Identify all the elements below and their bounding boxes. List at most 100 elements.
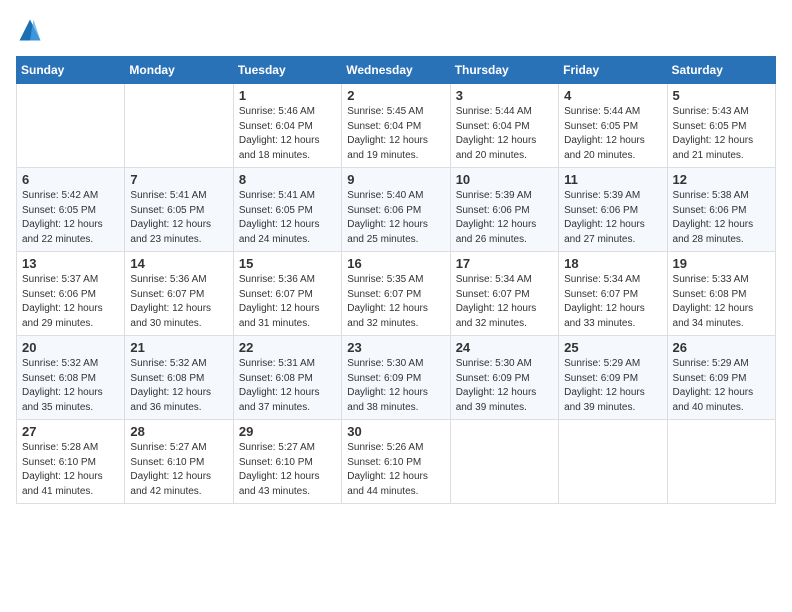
calendar-cell: 16 Sunrise: 5:35 AM Sunset: 6:07 PM Dayli…	[342, 252, 450, 336]
logo-icon	[16, 16, 44, 44]
calendar-day-header: Tuesday	[233, 57, 341, 84]
cell-content: Sunrise: 5:26 AM Sunset: 6:10 PM Dayligh…	[347, 441, 444, 499]
calendar-week-row: 20 Sunrise: 5:32 AM Sunset: 6:08 PM Dayli…	[17, 336, 776, 420]
day-number: 30	[347, 424, 444, 439]
cell-content: Sunrise: 5:41 AM Sunset: 6:05 PM Dayligh…	[239, 189, 336, 247]
calendar-cell: 22 Sunrise: 5:31 AM Sunset: 6:08 PM Dayli…	[233, 336, 341, 420]
calendar-day-header: Saturday	[667, 57, 775, 84]
calendar-cell: 10 Sunrise: 5:39 AM Sunset: 6:06 PM Dayli…	[450, 168, 558, 252]
calendar-cell: 3 Sunrise: 5:44 AM Sunset: 6:04 PM Daylig…	[450, 84, 558, 168]
calendar-cell: 28 Sunrise: 5:27 AM Sunset: 6:10 PM Dayli…	[125, 420, 233, 504]
cell-content: Sunrise: 5:27 AM Sunset: 6:10 PM Dayligh…	[130, 441, 227, 499]
day-number: 8	[239, 172, 336, 187]
calendar-cell: 8 Sunrise: 5:41 AM Sunset: 6:05 PM Daylig…	[233, 168, 341, 252]
day-number: 10	[456, 172, 553, 187]
cell-content: Sunrise: 5:29 AM Sunset: 6:09 PM Dayligh…	[564, 357, 661, 415]
day-number: 17	[456, 256, 553, 271]
calendar-cell: 11 Sunrise: 5:39 AM Sunset: 6:06 PM Dayli…	[559, 168, 667, 252]
calendar-day-header: Wednesday	[342, 57, 450, 84]
cell-content: Sunrise: 5:33 AM Sunset: 6:08 PM Dayligh…	[673, 273, 770, 331]
cell-content: Sunrise: 5:36 AM Sunset: 6:07 PM Dayligh…	[239, 273, 336, 331]
cell-content: Sunrise: 5:45 AM Sunset: 6:04 PM Dayligh…	[347, 105, 444, 163]
calendar-cell: 20 Sunrise: 5:32 AM Sunset: 6:08 PM Dayli…	[17, 336, 125, 420]
day-number: 18	[564, 256, 661, 271]
calendar-cell	[17, 84, 125, 168]
calendar-cell: 26 Sunrise: 5:29 AM Sunset: 6:09 PM Dayli…	[667, 336, 775, 420]
day-number: 21	[130, 340, 227, 355]
day-number: 20	[22, 340, 119, 355]
cell-content: Sunrise: 5:29 AM Sunset: 6:09 PM Dayligh…	[673, 357, 770, 415]
calendar-cell: 9Sunrise: 5:40 AM Sunset: 6:06 PM Daylig…	[342, 168, 450, 252]
day-number: 3	[456, 88, 553, 103]
logo	[16, 16, 48, 44]
calendar-cell: 12 Sunrise: 5:38 AM Sunset: 6:06 PM Dayli…	[667, 168, 775, 252]
cell-content: Sunrise: 5:27 AM Sunset: 6:10 PM Dayligh…	[239, 441, 336, 499]
calendar-cell: 13 Sunrise: 5:37 AM Sunset: 6:06 PM Dayli…	[17, 252, 125, 336]
page-header	[16, 16, 776, 44]
day-number: 16	[347, 256, 444, 271]
day-number: 19	[673, 256, 770, 271]
cell-content: Sunrise: 5:38 AM Sunset: 6:06 PM Dayligh…	[673, 189, 770, 247]
day-number: 28	[130, 424, 227, 439]
cell-content: Sunrise: 5:43 AM Sunset: 6:05 PM Dayligh…	[673, 105, 770, 163]
day-number: 15	[239, 256, 336, 271]
cell-content: Sunrise: 5:32 AM Sunset: 6:08 PM Dayligh…	[22, 357, 119, 415]
calendar-day-header: Thursday	[450, 57, 558, 84]
calendar-cell: 23Sunrise: 5:30 AM Sunset: 6:09 PM Dayli…	[342, 336, 450, 420]
day-number: 2	[347, 88, 444, 103]
cell-content: Sunrise: 5:32 AM Sunset: 6:08 PM Dayligh…	[130, 357, 227, 415]
cell-content: Sunrise: 5:39 AM Sunset: 6:06 PM Dayligh…	[564, 189, 661, 247]
calendar-day-header: Monday	[125, 57, 233, 84]
calendar-week-row: 13 Sunrise: 5:37 AM Sunset: 6:06 PM Dayli…	[17, 252, 776, 336]
cell-content: Sunrise: 5:37 AM Sunset: 6:06 PM Dayligh…	[22, 273, 119, 331]
calendar-week-row: 6Sunrise: 5:42 AM Sunset: 6:05 PM Daylig…	[17, 168, 776, 252]
calendar-cell: 6Sunrise: 5:42 AM Sunset: 6:05 PM Daylig…	[17, 168, 125, 252]
calendar-week-row: 1Sunrise: 5:46 AM Sunset: 6:04 PM Daylig…	[17, 84, 776, 168]
calendar-cell	[125, 84, 233, 168]
day-number: 27	[22, 424, 119, 439]
calendar-cell: 18 Sunrise: 5:34 AM Sunset: 6:07 PM Dayli…	[559, 252, 667, 336]
calendar-cell: 24Sunrise: 5:30 AM Sunset: 6:09 PM Dayli…	[450, 336, 558, 420]
calendar-cell: 29 Sunrise: 5:27 AM Sunset: 6:10 PM Dayli…	[233, 420, 341, 504]
calendar-header-row: SundayMondayTuesdayWednesdayThursdayFrid…	[17, 57, 776, 84]
cell-content: Sunrise: 5:31 AM Sunset: 6:08 PM Dayligh…	[239, 357, 336, 415]
day-number: 5	[673, 88, 770, 103]
calendar-cell: 21 Sunrise: 5:32 AM Sunset: 6:08 PM Dayli…	[125, 336, 233, 420]
day-number: 24	[456, 340, 553, 355]
calendar-cell: 4Sunrise: 5:44 AM Sunset: 6:05 PM Daylig…	[559, 84, 667, 168]
calendar-cell: 30 Sunrise: 5:26 AM Sunset: 6:10 PM Dayli…	[342, 420, 450, 504]
calendar-cell: 19 Sunrise: 5:33 AM Sunset: 6:08 PM Dayli…	[667, 252, 775, 336]
calendar-cell: 5 Sunrise: 5:43 AM Sunset: 6:05 PM Daylig…	[667, 84, 775, 168]
calendar-cell: 15 Sunrise: 5:36 AM Sunset: 6:07 PM Dayli…	[233, 252, 341, 336]
calendar-day-header: Friday	[559, 57, 667, 84]
day-number: 22	[239, 340, 336, 355]
calendar-cell	[667, 420, 775, 504]
calendar-table: SundayMondayTuesdayWednesdayThursdayFrid…	[16, 56, 776, 504]
day-number: 14	[130, 256, 227, 271]
cell-content: Sunrise: 5:44 AM Sunset: 6:04 PM Dayligh…	[456, 105, 553, 163]
cell-content: Sunrise: 5:28 AM Sunset: 6:10 PM Dayligh…	[22, 441, 119, 499]
cell-content: Sunrise: 5:35 AM Sunset: 6:07 PM Dayligh…	[347, 273, 444, 331]
calendar-day-header: Sunday	[17, 57, 125, 84]
day-number: 9	[347, 172, 444, 187]
day-number: 25	[564, 340, 661, 355]
day-number: 4	[564, 88, 661, 103]
calendar-cell: 7Sunrise: 5:41 AM Sunset: 6:05 PM Daylig…	[125, 168, 233, 252]
day-number: 26	[673, 340, 770, 355]
day-number: 29	[239, 424, 336, 439]
cell-content: Sunrise: 5:34 AM Sunset: 6:07 PM Dayligh…	[456, 273, 553, 331]
day-number: 13	[22, 256, 119, 271]
day-number: 12	[673, 172, 770, 187]
calendar-cell: 1Sunrise: 5:46 AM Sunset: 6:04 PM Daylig…	[233, 84, 341, 168]
calendar-cell: 27 Sunrise: 5:28 AM Sunset: 6:10 PM Dayli…	[17, 420, 125, 504]
calendar-cell: 17 Sunrise: 5:34 AM Sunset: 6:07 PM Dayli…	[450, 252, 558, 336]
day-number: 6	[22, 172, 119, 187]
calendar-cell	[559, 420, 667, 504]
calendar-cell	[450, 420, 558, 504]
cell-content: Sunrise: 5:30 AM Sunset: 6:09 PM Dayligh…	[347, 357, 444, 415]
calendar-cell: 25 Sunrise: 5:29 AM Sunset: 6:09 PM Dayli…	[559, 336, 667, 420]
cell-content: Sunrise: 5:34 AM Sunset: 6:07 PM Dayligh…	[564, 273, 661, 331]
cell-content: Sunrise: 5:39 AM Sunset: 6:06 PM Dayligh…	[456, 189, 553, 247]
day-number: 1	[239, 88, 336, 103]
day-number: 11	[564, 172, 661, 187]
